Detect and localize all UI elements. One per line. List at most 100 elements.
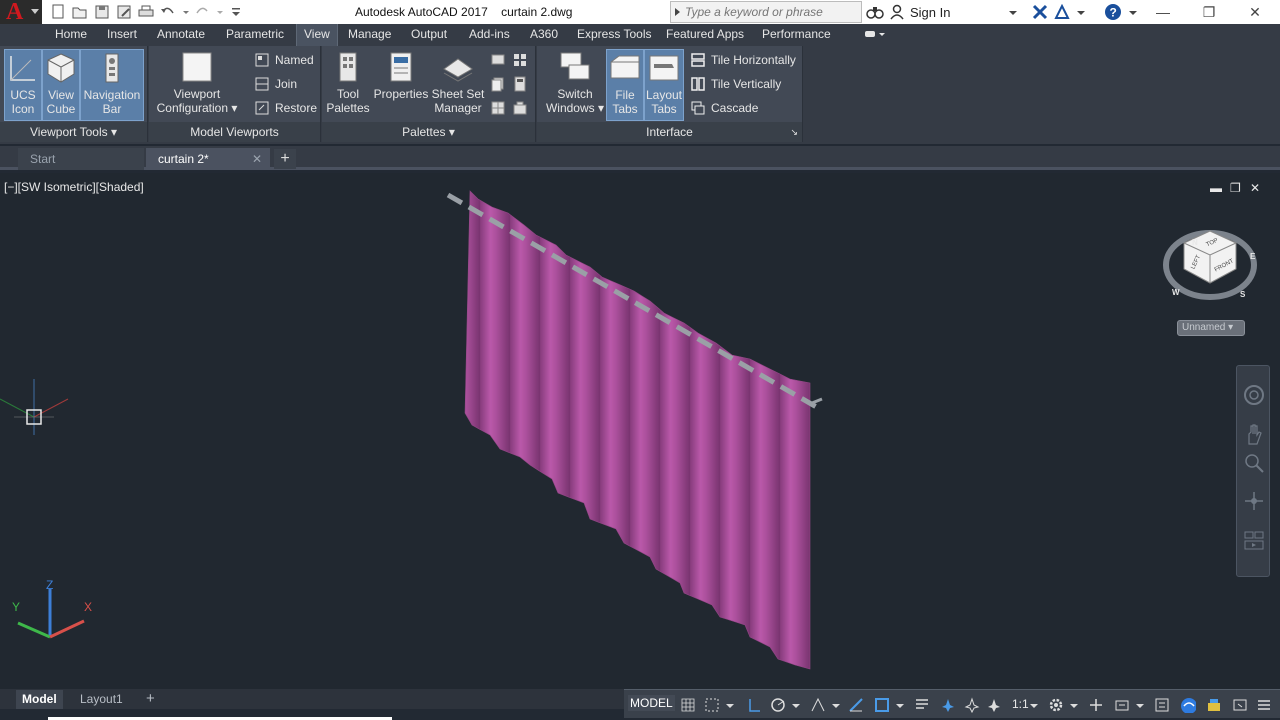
ribbon-display-toggle[interactable] — [856, 25, 894, 47]
ucs-menu[interactable]: Unnamed ▾ — [1177, 320, 1245, 336]
chevron-down-icon[interactable] — [724, 697, 740, 713]
properties-button[interactable]: Properties — [372, 49, 430, 121]
units-icon[interactable] — [1114, 697, 1130, 713]
clean-screen-icon[interactable] — [1232, 697, 1248, 713]
tab-express-tools[interactable]: Express Tools — [570, 24, 658, 46]
markup-set-icon[interactable] — [490, 100, 506, 116]
tab-a360[interactable]: A360 — [523, 24, 565, 46]
chevron-down-icon[interactable] — [830, 697, 846, 713]
grid-icon[interactable] — [680, 697, 696, 713]
save-button[interactable] — [92, 3, 112, 21]
view-cube-button[interactable]: View Cube — [42, 49, 80, 121]
compass-west[interactable]: W — [1172, 288, 1180, 297]
chevron-down-icon[interactable] — [1008, 4, 1018, 20]
join-viewports-button[interactable]: Join — [255, 74, 297, 94]
tab-view[interactable]: View — [296, 24, 338, 46]
layout-tabs-button[interactable]: Layout Tabs — [644, 49, 684, 121]
object-snap-tracking-icon[interactable] — [848, 697, 864, 713]
annotation-scale-value[interactable]: 1:1 — [1012, 697, 1029, 711]
hardware-acceleration-icon[interactable] — [1206, 697, 1222, 713]
tile-vertically-button[interactable]: Tile Vertically — [691, 74, 781, 94]
panel-label-viewport-tools[interactable]: Viewport Tools ▾ — [0, 122, 147, 142]
ucs-icon-button[interactable]: UCS Icon — [4, 49, 42, 121]
expand-search-icon[interactable] — [675, 8, 680, 16]
dialog-launcher-icon[interactable]: ↘ — [790, 122, 798, 142]
close-tab-icon[interactable]: ✕ — [252, 148, 262, 170]
drawing-viewport[interactable]: [−][SW Isometric][Shaded] ▬ ❐ ✕ TOP LEFT… — [0, 173, 1280, 689]
steering-wheel-icon[interactable] — [1243, 384, 1265, 406]
a360-icon[interactable] — [1054, 4, 1071, 20]
polar-tracking-icon[interactable] — [770, 697, 786, 713]
new-file-button[interactable] — [48, 3, 68, 21]
close-button[interactable]: ✕ — [1232, 0, 1278, 24]
redo-dropdown-icon[interactable] — [214, 3, 224, 21]
new-layout-button[interactable]: + — [140, 690, 161, 709]
new-tab-button[interactable]: + — [274, 149, 296, 169]
binoculars-icon[interactable] — [866, 4, 884, 20]
ortho-mode-icon[interactable] — [746, 697, 762, 713]
calculator-icon[interactable] — [512, 76, 528, 92]
workspace-gear-icon[interactable] — [1048, 697, 1064, 713]
tool-palettes-button[interactable]: Tool Palettes — [324, 49, 372, 121]
auto-scale-icon[interactable] — [964, 697, 980, 713]
tab-home[interactable]: Home — [48, 24, 94, 46]
command-line-icon[interactable] — [512, 100, 528, 116]
help-icon[interactable]: ? — [1104, 3, 1122, 21]
tab-output[interactable]: Output — [404, 24, 454, 46]
navigation-bar-button[interactable]: Navigation Bar — [80, 49, 144, 121]
cascade-button[interactable]: Cascade — [691, 98, 758, 118]
undo-dropdown-icon[interactable] — [180, 3, 190, 21]
design-center-icon[interactable] — [490, 52, 506, 68]
annotation-visibility-icon[interactable] — [940, 697, 956, 713]
viewport-configuration-button[interactable]: Viewport Configuration ▾ — [153, 49, 241, 121]
chevron-down-icon[interactable] — [1128, 4, 1138, 20]
open-file-button[interactable] — [70, 3, 90, 21]
sign-in-link[interactable]: Sign In — [910, 5, 950, 20]
view-cube[interactable]: TOP LEFT FRONT N E S W — [1160, 223, 1260, 313]
compass-east[interactable]: E — [1250, 252, 1256, 261]
customize-toolbar-icon[interactable] — [226, 3, 246, 21]
zoom-extents-icon[interactable] — [1243, 452, 1265, 474]
sheet-set-manager-button[interactable]: Sheet Set Manager — [430, 49, 486, 121]
named-viewports-button[interactable]: Named — [255, 50, 314, 70]
isolate-objects-icon[interactable] — [1180, 697, 1196, 713]
chevron-down-icon[interactable] — [1068, 697, 1084, 713]
minimize-button[interactable]: — — [1140, 0, 1186, 24]
layout-tab-model[interactable]: Model — [16, 690, 63, 709]
chevron-down-icon[interactable] — [894, 697, 910, 713]
lineweight-icon[interactable] — [914, 697, 930, 713]
add-icon[interactable] — [1088, 697, 1104, 713]
tab-parametric[interactable]: Parametric — [219, 24, 291, 46]
sheet-set-icon[interactable] — [490, 76, 506, 92]
tab-insert[interactable]: Insert — [100, 24, 144, 46]
application-menu-button[interactable]: A — [0, 0, 42, 25]
chevron-down-icon[interactable] — [1134, 697, 1150, 713]
tab-manage[interactable]: Manage — [341, 24, 398, 46]
chevron-down-icon[interactable] — [1076, 4, 1086, 20]
pan-hand-icon[interactable] — [1243, 424, 1265, 446]
exchange-apps-icon[interactable] — [1032, 4, 1048, 20]
tab-featured-apps[interactable]: Featured Apps — [659, 24, 751, 46]
snap-mode-icon[interactable] — [704, 697, 720, 713]
file-tab-curtain[interactable]: curtain 2* ✕ — [146, 148, 270, 170]
search-input[interactable] — [685, 4, 857, 20]
showmotion-icon[interactable] — [1243, 528, 1265, 550]
file-tab-start[interactable]: Start — [18, 148, 144, 170]
save-as-button[interactable] — [114, 3, 134, 21]
chevron-down-icon[interactable] — [790, 697, 806, 713]
tab-annotate[interactable]: Annotate — [150, 24, 212, 46]
chevron-down-icon[interactable] — [1028, 697, 1044, 713]
orbit-icon[interactable] — [1243, 490, 1265, 512]
customization-menu-icon[interactable] — [1256, 697, 1272, 713]
redo-button[interactable] — [192, 3, 212, 21]
restore-viewports-button[interactable]: Restore — [255, 98, 317, 118]
compass-north[interactable]: N — [1192, 238, 1198, 247]
external-references-icon[interactable] — [512, 52, 528, 68]
compass-south[interactable]: S — [1240, 290, 1246, 299]
switch-windows-button[interactable]: Switch Windows ▾ — [545, 49, 605, 121]
tab-add-ins[interactable]: Add-ins — [462, 24, 517, 46]
tile-horizontally-button[interactable]: Tile Horizontally — [691, 50, 796, 70]
model-space-button[interactable]: MODEL — [628, 695, 675, 711]
file-tabs-button[interactable]: File Tabs — [606, 49, 644, 121]
quick-properties-icon[interactable] — [1154, 697, 1170, 713]
